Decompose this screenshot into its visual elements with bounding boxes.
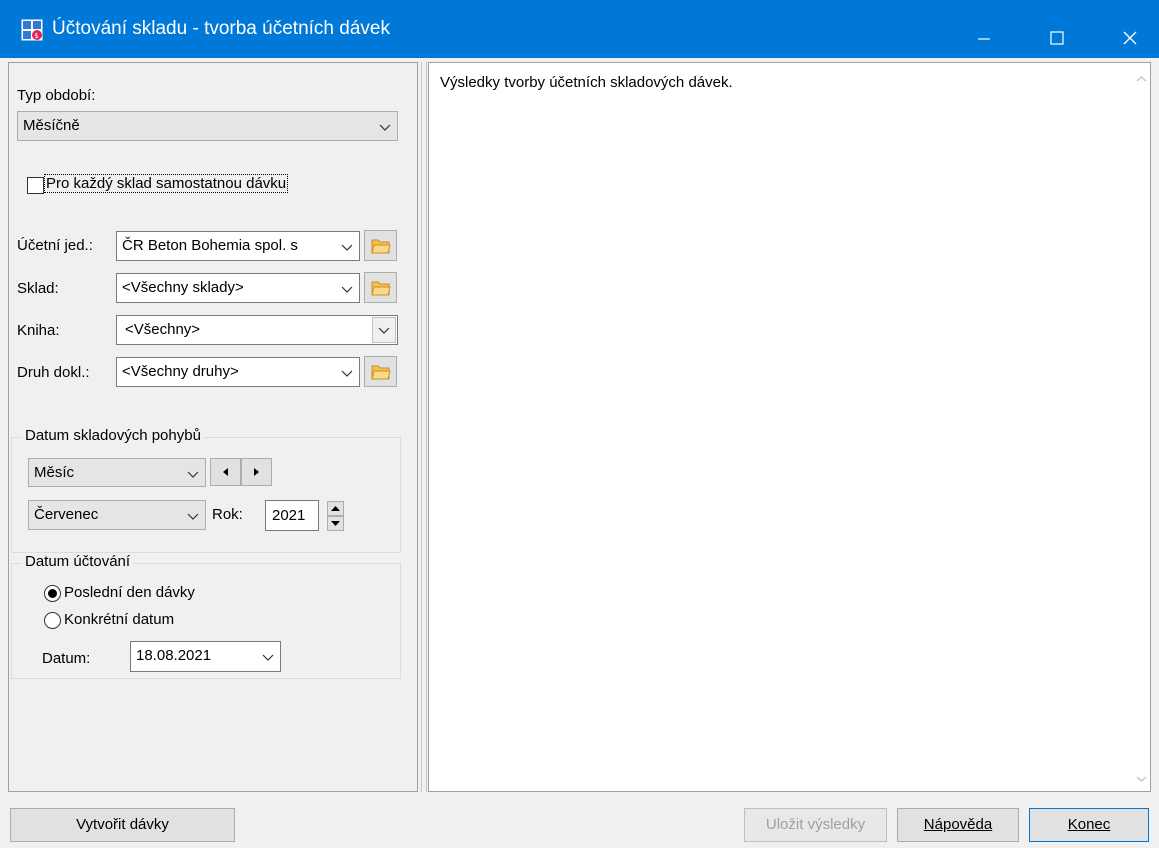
- chevron-down-icon: [341, 244, 353, 251]
- settings-pane: Typ období: Měsíčně Pro každý sklad samo…: [8, 62, 418, 792]
- period-type-select[interactable]: Měsíčně: [17, 111, 398, 141]
- last-day-label[interactable]: Poslední den dávky: [64, 584, 195, 601]
- pane-splitter[interactable]: [421, 62, 427, 792]
- next-period-button[interactable]: [241, 458, 272, 486]
- book-label: Kniha:: [17, 322, 60, 339]
- year-input[interactable]: 2021: [265, 500, 319, 531]
- folder-icon: [371, 239, 391, 254]
- chevron-down-icon: [378, 327, 390, 334]
- month-value: Červenec: [34, 506, 99, 523]
- close-button[interactable]: [1101, 0, 1159, 58]
- arrow-right-icon: [254, 468, 259, 476]
- arrow-left-icon: [223, 468, 228, 476]
- separate-batch-checkbox[interactable]: [27, 177, 44, 194]
- previous-period-button[interactable]: [210, 458, 241, 486]
- separate-batch-label[interactable]: Pro každý sklad samostatnou dávku: [44, 174, 289, 193]
- year-value: 2021: [272, 507, 306, 524]
- svg-text:$: $: [34, 32, 38, 40]
- chevron-down-icon: [341, 370, 353, 377]
- chevron-down-icon: [187, 471, 199, 478]
- period-type-label: Typ období:: [17, 87, 96, 104]
- help-button[interactable]: Nápověda: [897, 808, 1019, 842]
- date-label: Datum:: [42, 650, 91, 667]
- doctype-label: Druh dokl.:: [17, 364, 90, 381]
- spin-arrows-icon: [327, 501, 344, 531]
- results-text: Výsledky tvorby účetních skladových dáve…: [440, 74, 733, 91]
- doctype-browse-button[interactable]: [364, 356, 397, 387]
- movement-period-select[interactable]: Měsíc: [28, 458, 206, 487]
- movements-date-group: Datum skladových pohybů Měsíc Červenec R…: [11, 427, 401, 553]
- unit-label: Účetní jed.:: [17, 237, 93, 254]
- movement-period-value: Měsíc: [34, 464, 75, 481]
- chevron-down-icon: [187, 513, 199, 520]
- create-batches-button[interactable]: Vytvořit dávky: [10, 808, 235, 842]
- maximize-button[interactable]: [1028, 0, 1086, 58]
- help-button-label: Nápověda: [923, 816, 993, 833]
- specific-date-radio[interactable]: [44, 612, 61, 629]
- doctype-value: <Všechny druhy>: [122, 363, 239, 380]
- last-day-radio[interactable]: [44, 585, 61, 602]
- scroll-up-icon[interactable]: [1133, 71, 1150, 88]
- results-pane[interactable]: Výsledky tvorby účetních skladových dáve…: [428, 62, 1151, 792]
- unit-select[interactable]: ČR Beton Bohemia spol. s: [116, 231, 360, 261]
- chevron-down-icon: [379, 124, 391, 131]
- title-bar: $ Účtování skladu - tvorba účetních dáve…: [0, 0, 1159, 58]
- month-select[interactable]: Červenec: [28, 500, 206, 530]
- posting-date-group: Datum účtování Poslední den dávky Konkré…: [11, 553, 401, 679]
- window-title: Účtování skladu - tvorba účetních dávek: [52, 18, 390, 39]
- warehouse-value: <Všechny sklady>: [122, 279, 244, 296]
- warehouse-browse-button[interactable]: [364, 272, 397, 303]
- folder-icon: [371, 281, 391, 296]
- book-select[interactable]: <Všechny>: [116, 315, 398, 345]
- chevron-down-icon: [262, 654, 274, 661]
- year-spinner[interactable]: [327, 501, 344, 531]
- posting-date-value: 18.08.2021: [136, 647, 212, 664]
- scroll-down-icon[interactable]: [1133, 770, 1150, 787]
- minimize-button[interactable]: [955, 0, 1013, 58]
- doctype-select[interactable]: <Všechny druhy>: [116, 357, 360, 387]
- movements-group-title: Datum skladových pohybů: [22, 427, 204, 444]
- folder-icon: [371, 365, 391, 380]
- save-results-button[interactable]: Uložit výsledky: [744, 808, 887, 842]
- specific-date-label[interactable]: Konkrétní datum: [64, 611, 174, 628]
- unit-value: ČR Beton Bohemia spol. s: [122, 237, 298, 254]
- close-button-label: Konec: [1067, 816, 1111, 833]
- results-scrollbar[interactable]: [1133, 63, 1150, 791]
- warehouse-label: Sklad:: [17, 280, 59, 297]
- warehouse-select[interactable]: <Všechny sklady>: [116, 273, 360, 303]
- close-dialog-button[interactable]: Konec: [1029, 808, 1149, 842]
- posting-date-picker[interactable]: 18.08.2021: [130, 641, 281, 672]
- posting-group-title: Datum účtování: [22, 553, 134, 570]
- app-icon: $: [21, 19, 43, 41]
- book-value: <Všechny>: [125, 321, 201, 338]
- chevron-down-icon: [341, 286, 353, 293]
- period-type-value: Měsíčně: [23, 117, 80, 134]
- year-label: Rok:: [212, 506, 243, 523]
- unit-browse-button[interactable]: [364, 230, 397, 261]
